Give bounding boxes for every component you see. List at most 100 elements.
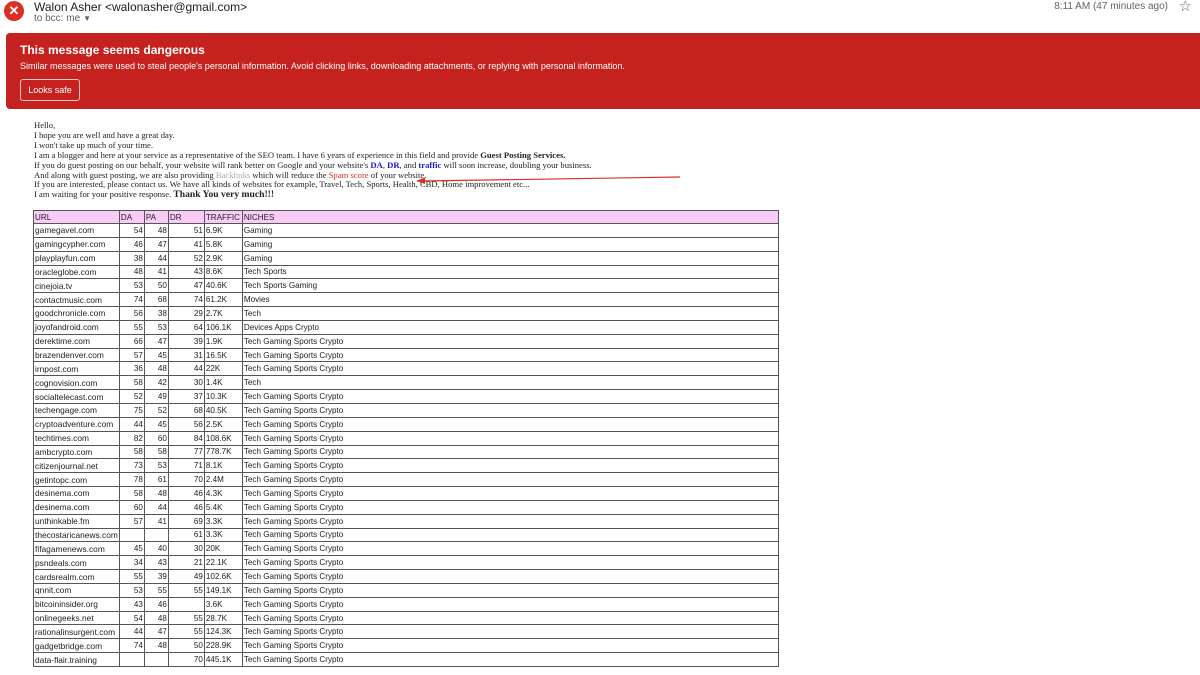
cell-niches: Gaming — [241, 236, 779, 252]
cell-traffic: 5.4K — [203, 499, 243, 515]
cell-pa: 48 — [143, 486, 169, 501]
cell-dr: 77 — [167, 444, 205, 460]
cell-pa: 40 — [143, 541, 169, 557]
table-row: gadgetbridge.com 74 48 50 228.9K Tech Gaming … — [33, 638, 779, 654]
cell-pa: 42 — [143, 375, 169, 391]
table-row: fifagamenews.com 45 40 30 20K Tech Gaming Spo… — [33, 541, 779, 557]
recipient-text: to bcc: me — [34, 13, 81, 24]
cell-traffic: 108.6K — [203, 430, 243, 446]
table-row: joyofandroid.com 55 53 64 106.1K Devices Apps… — [33, 319, 779, 335]
sender-email: <walonasher@gmail.com> — [104, 0, 248, 14]
cell-dr: 29 — [167, 306, 205, 321]
cell-dr: 47 — [167, 278, 205, 294]
body-text: I am a blogger and here at your service … — [34, 149, 481, 160]
cell-url: irnpost.com — [33, 361, 120, 377]
cell-pa: 47 — [143, 333, 169, 349]
cell-pa: 46 — [143, 596, 169, 612]
cell-niches: Tech Gaming Sports Crypto — [241, 430, 779, 446]
cell-dr: 46 — [167, 499, 205, 515]
column-header-niches: NICHES — [241, 210, 779, 224]
cell-dr: 61 — [167, 527, 205, 543]
cell-niches: Movies — [241, 292, 779, 308]
cell-niches: Tech Gaming Sports Crypto — [241, 610, 779, 626]
cell-niches: Tech Gaming Sports Crypto — [241, 347, 779, 363]
cell-niches: Tech Gaming Sports Crypto — [241, 652, 779, 667]
cell-da: 58 — [118, 486, 145, 501]
cell-da: 55 — [118, 319, 145, 335]
cell-dr: 31 — [167, 347, 205, 363]
table-row: cardsrealm.com 55 39 49 102.6K Tech Gaming Sp… — [33, 569, 779, 584]
looks-safe-button[interactable]: Looks safe — [20, 79, 80, 101]
cell-pa: 49 — [143, 389, 169, 404]
cell-url: derektime.com — [33, 333, 120, 349]
table-row: contactmusic.com 74 68 74 61.2K Movies — [33, 292, 779, 308]
cell-da: 55 — [118, 569, 145, 584]
cell-da: 38 — [118, 250, 145, 266]
cell-url: getintopc.com — [33, 472, 120, 488]
cell-da: 53 — [118, 278, 145, 294]
sites-table: URL DA PA DR TRAFFIC NICHES gamegavel.co… — [33, 210, 779, 667]
cell-pa: 58 — [143, 444, 169, 460]
cell-niches: Tech Sports Gaming — [241, 278, 779, 294]
cell-dr: 68 — [167, 402, 205, 418]
cell-url: brazendenver.com — [33, 347, 120, 363]
cell-da — [118, 652, 145, 667]
chevron-down-icon[interactable]: ▼ — [83, 14, 91, 23]
cell-niches: Tech Gaming Sports Crypto — [241, 596, 779, 612]
traffic-text: traffic — [418, 159, 442, 170]
cell-niches: Tech Gaming Sports Crypto — [241, 513, 779, 529]
cell-niches: Tech Gaming Sports Crypto — [241, 402, 779, 418]
cell-pa: 44 — [143, 499, 169, 515]
cell-dr: 30 — [167, 541, 205, 557]
cell-niches: Tech Gaming Sports Crypto — [241, 486, 779, 501]
cell-da: 58 — [118, 375, 145, 391]
table-row: gamegavel.com 54 48 51 6.9K Gaming — [33, 223, 779, 238]
cell-dr: 46 — [167, 486, 205, 501]
warning-text: Similar messages were used to steal peop… — [20, 61, 625, 71]
cell-pa: 48 — [143, 223, 169, 238]
cell-dr: 70 — [167, 652, 205, 667]
table-row: playplayfun.com 38 44 52 2.9K Gaming — [33, 250, 779, 266]
cell-dr: 49 — [167, 569, 205, 584]
cell-traffic: 16.5K — [203, 347, 243, 363]
cell-url: cognovision.com — [33, 375, 120, 391]
table-row: bitcoininsider.org 43 46 3.6K Tech Gaming Sp… — [33, 596, 779, 612]
recipient-line[interactable]: to bcc: me ▼ — [34, 13, 91, 24]
cell-dr — [167, 596, 205, 612]
cell-da: 34 — [118, 555, 145, 571]
table-row: unthinkable.fm 57 41 69 3.3K Tech Gaming Spor… — [33, 513, 779, 529]
cell-pa — [143, 652, 169, 667]
table-row: goodchronicle.com 56 38 29 2.7K Tech — [33, 306, 779, 321]
cell-url: cardsrealm.com — [33, 569, 120, 584]
cell-url: gamegavel.com — [33, 223, 120, 238]
cell-da: 45 — [118, 541, 145, 557]
cell-traffic: 6.9K — [203, 223, 243, 238]
cell-da: 36 — [118, 361, 145, 377]
cell-traffic: 28.7K — [203, 610, 243, 626]
table-row: oracleglobe.com 48 41 43 8.6K Tech Sports — [33, 264, 779, 280]
cell-da: 82 — [118, 430, 145, 446]
cell-url: ambcrypto.com — [33, 444, 120, 460]
cell-da: 56 — [118, 306, 145, 321]
cell-dr: 52 — [167, 250, 205, 266]
table-row: citizenjournal.net 73 53 71 8.1K Tech Gaming … — [33, 458, 779, 474]
table-row: thecostaricanews.com 61 3.3K Tech Gaming Sp… — [33, 527, 779, 543]
cell-traffic: 61.2K — [203, 292, 243, 308]
cell-url: data-flair.training — [33, 652, 120, 667]
cell-pa: 44 — [143, 250, 169, 266]
da-text: DA — [370, 159, 383, 170]
table-row: onlinegeeks.net 54 48 55 28.7K Tech Gaming Sp… — [33, 610, 779, 626]
star-outline-icon[interactable]: ☆ — [1179, 0, 1192, 15]
cell-pa: 68 — [143, 292, 169, 308]
cell-da: 44 — [118, 624, 145, 640]
cell-traffic: 5.8K — [203, 236, 243, 252]
cell-pa: 52 — [143, 402, 169, 418]
cell-traffic: 22.1K — [203, 555, 243, 571]
cell-traffic: 778.7K — [203, 444, 243, 460]
sender[interactable]: Walon Asher <walonasher@gmail.com> — [34, 0, 247, 14]
cell-da: 58 — [118, 444, 145, 460]
column-header-url: URL — [33, 210, 120, 224]
column-header-pa: PA — [143, 210, 169, 224]
table-row: techtimes.com 82 60 84 108.6K Tech Gaming Spo… — [33, 430, 779, 446]
cell-url: cryptoadventure.com — [33, 416, 120, 432]
